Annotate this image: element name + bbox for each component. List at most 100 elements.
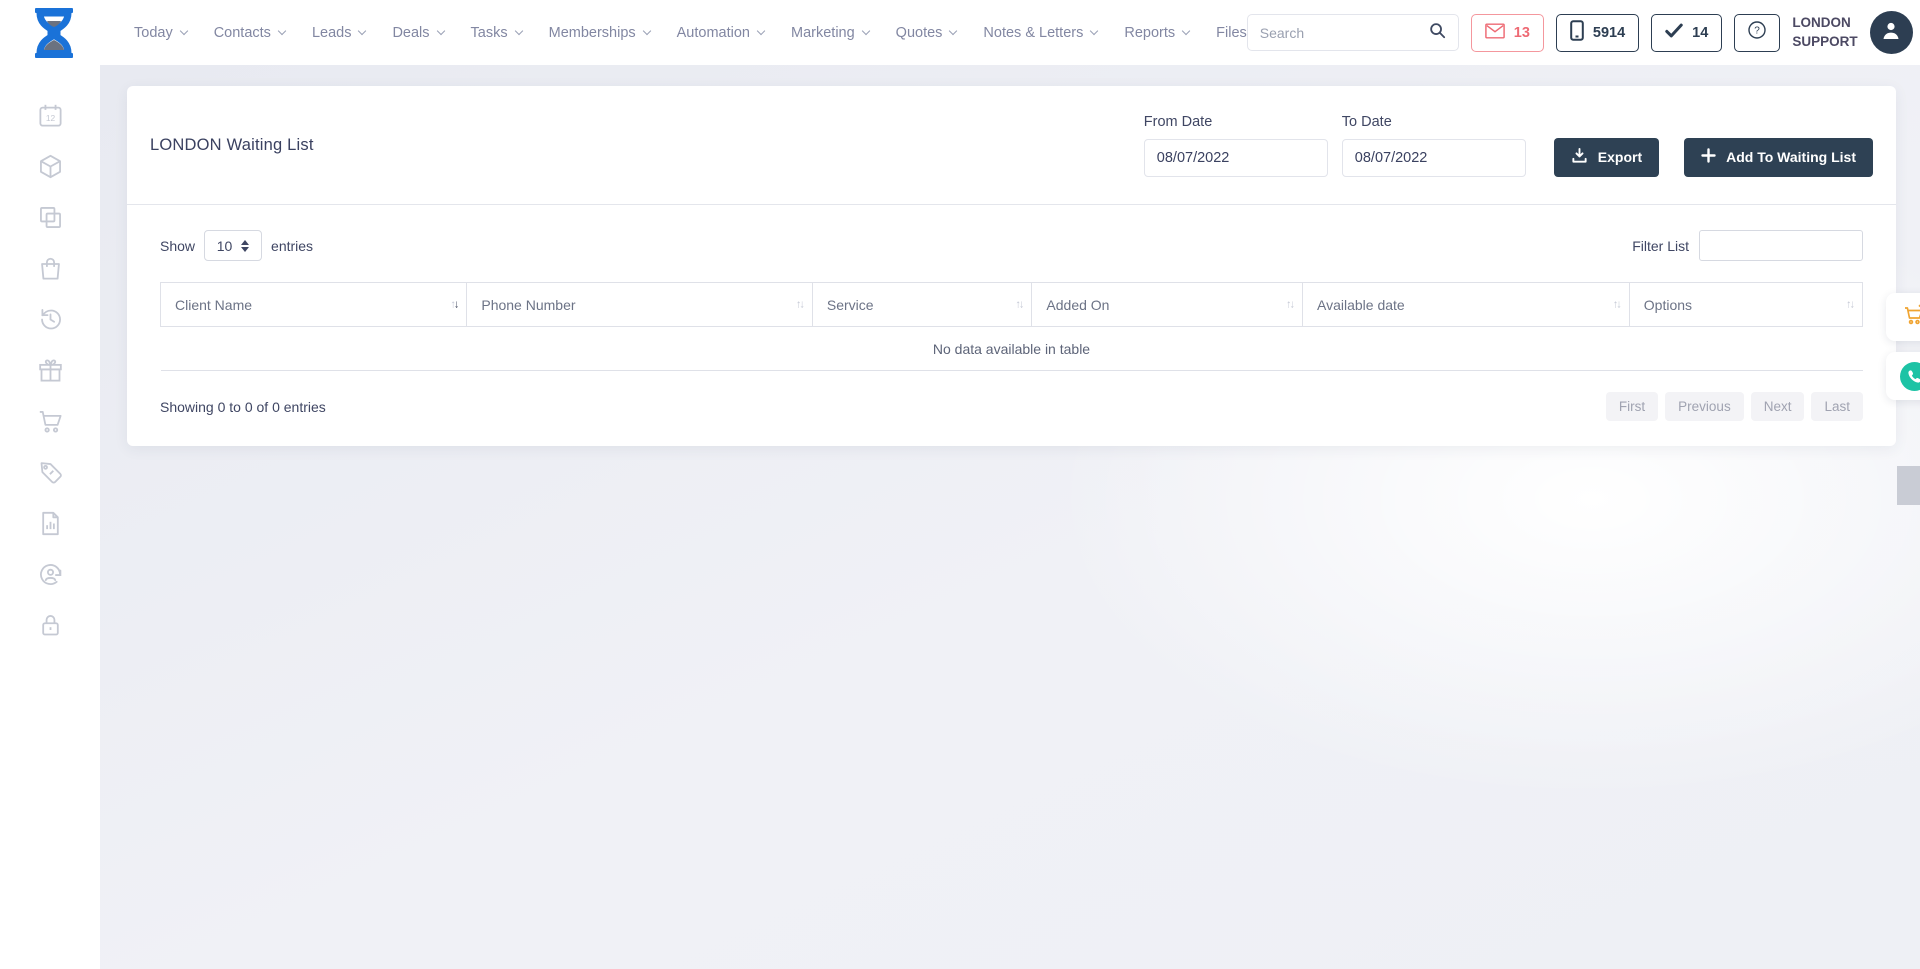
cart-icon <box>1902 303 1920 332</box>
sort-icon: ↑↓ <box>1286 298 1293 310</box>
nav-item-tasks[interactable]: Tasks <box>471 25 522 41</box>
tasks-badge[interactable]: 14 <box>1651 14 1722 52</box>
nav-item-memberships[interactable]: Memberships <box>549 25 650 41</box>
table-footer: Showing 0 to 0 of 0 entries First Previo… <box>160 392 1863 421</box>
export-button[interactable]: Export <box>1554 138 1659 177</box>
chevron-down-icon <box>514 26 522 34</box>
filter-group: Filter List <box>1632 230 1863 261</box>
sort-icon: ↑↓ <box>796 298 803 310</box>
phone-count: 5914 <box>1593 25 1625 41</box>
nav-item-marketing[interactable]: Marketing <box>791 25 869 41</box>
waiting-list-card: LONDON Waiting List From Date To Date <box>127 86 1896 446</box>
chevron-down-icon <box>179 26 187 34</box>
sort-icon: ↑↓ <box>1613 298 1620 310</box>
nav-item-files[interactable]: Files <box>1216 25 1247 41</box>
gift-icon[interactable] <box>37 357 64 384</box>
column-header-client-name[interactable]: Client Name↑↓ <box>161 283 467 327</box>
column-header-service[interactable]: Service↑↓ <box>812 283 1032 327</box>
empty-message: No data available in table <box>161 327 1863 371</box>
tasks-count: 14 <box>1692 25 1708 41</box>
package-icon[interactable] <box>37 153 64 180</box>
pagination-previous[interactable]: Previous <box>1665 392 1744 421</box>
person-icon <box>1879 18 1903 47</box>
chevron-down-icon <box>358 26 366 34</box>
to-date-input[interactable] <box>1342 139 1526 177</box>
envelope-icon <box>1485 23 1505 43</box>
chevron-down-icon <box>436 26 444 34</box>
tag-icon[interactable] <box>37 459 64 486</box>
phone-badge[interactable]: 5914 <box>1556 14 1639 52</box>
table-controls: Show 10 entries Filter List <box>160 230 1863 261</box>
from-date-field: From Date <box>1144 114 1328 177</box>
help-button[interactable]: ? <box>1734 14 1780 52</box>
user-name: LONDON SUPPORT <box>1792 14 1857 50</box>
nav-item-reports[interactable]: Reports <box>1124 25 1189 41</box>
sort-icon: ↑↓ <box>1846 298 1853 310</box>
pagination-first[interactable]: First <box>1606 392 1658 421</box>
calendar-icon[interactable]: 12 <box>37 102 64 129</box>
filter-input[interactable] <box>1699 230 1863 261</box>
chevron-down-icon <box>861 26 869 34</box>
show-label: Show <box>160 238 195 254</box>
floating-cart-button[interactable] <box>1886 293 1920 341</box>
svg-text:?: ? <box>1755 26 1761 37</box>
pagination-last[interactable]: Last <box>1811 392 1863 421</box>
cart-icon[interactable] <box>37 408 64 435</box>
chevron-down-icon <box>757 26 765 34</box>
column-header-added-on[interactable]: Added On↑↓ <box>1032 283 1303 327</box>
to-date-field: To Date <box>1342 114 1526 177</box>
filter-label: Filter List <box>1632 238 1689 254</box>
to-date-label: To Date <box>1342 114 1526 130</box>
pagination-next[interactable]: Next <box>1751 392 1805 421</box>
entries-label: entries <box>271 238 313 254</box>
column-header-options[interactable]: Options↑↓ <box>1629 283 1862 327</box>
scroll-indicator <box>1897 466 1920 505</box>
add-to-waiting-list-button[interactable]: Add To Waiting List <box>1684 138 1873 177</box>
nav-item-quotes[interactable]: Quotes <box>896 25 957 41</box>
search-input[interactable] <box>1260 25 1428 41</box>
chevron-down-icon <box>949 26 957 34</box>
navbar-right: 13 5914 14 ? <box>1247 11 1913 54</box>
messages-count: 13 <box>1514 25 1530 41</box>
chevron-down-icon <box>278 26 286 34</box>
main-content: LONDON Waiting List From Date To Date <box>100 65 1920 969</box>
phone-call-icon <box>1900 362 1920 391</box>
waiting-list-table: Client Name↑↓ Phone Number↑↓ Service↑↓ A… <box>160 282 1863 371</box>
from-date-input[interactable] <box>1144 139 1328 177</box>
chevron-down-icon <box>1182 26 1190 34</box>
nav-item-notes-letters[interactable]: Notes & Letters <box>983 25 1097 41</box>
card-body: Show 10 entries Filter List Client Name↑… <box>127 205 1896 421</box>
user-sync-icon[interactable] <box>37 561 64 588</box>
entries-summary: Showing 0 to 0 of 0 entries <box>160 399 326 415</box>
nav-item-automation[interactable]: Automation <box>677 25 764 41</box>
column-header-available-date[interactable]: Available date↑↓ <box>1303 283 1630 327</box>
svg-text:12: 12 <box>45 113 55 123</box>
nav-item-today[interactable]: Today <box>134 25 187 41</box>
copy-icon[interactable] <box>37 204 64 231</box>
history-icon[interactable] <box>37 306 64 333</box>
lock-icon[interactable] <box>37 612 64 639</box>
download-icon <box>1571 147 1588 167</box>
nav-item-deals[interactable]: Deals <box>392 25 443 41</box>
messages-badge[interactable]: 13 <box>1471 14 1544 52</box>
report-icon[interactable] <box>37 510 64 537</box>
top-navbar: Today Contacts Leads Deals Tasks Members… <box>0 0 1920 65</box>
sort-icon: ↑↓ <box>450 298 457 310</box>
bag-icon[interactable] <box>37 255 64 282</box>
header-actions: From Date To Date Export <box>1144 114 1873 177</box>
floating-phone-button[interactable] <box>1886 352 1920 400</box>
from-date-label: From Date <box>1144 114 1328 130</box>
avatar[interactable] <box>1870 11 1913 54</box>
hourglass-logo[interactable] <box>30 7 78 59</box>
check-icon <box>1665 23 1683 42</box>
empty-row: No data available in table <box>161 327 1863 371</box>
nav-item-leads[interactable]: Leads <box>312 25 366 41</box>
nav-item-contacts[interactable]: Contacts <box>214 25 285 41</box>
smartphone-icon <box>1570 20 1584 45</box>
column-header-phone-number[interactable]: Phone Number↑↓ <box>467 283 813 327</box>
page-size-select[interactable]: 10 <box>204 230 262 261</box>
question-icon: ? <box>1746 19 1768 46</box>
pagination: First Previous Next Last <box>1606 392 1863 421</box>
stepper-icon <box>241 240 249 252</box>
search-icon[interactable] <box>1428 21 1446 44</box>
